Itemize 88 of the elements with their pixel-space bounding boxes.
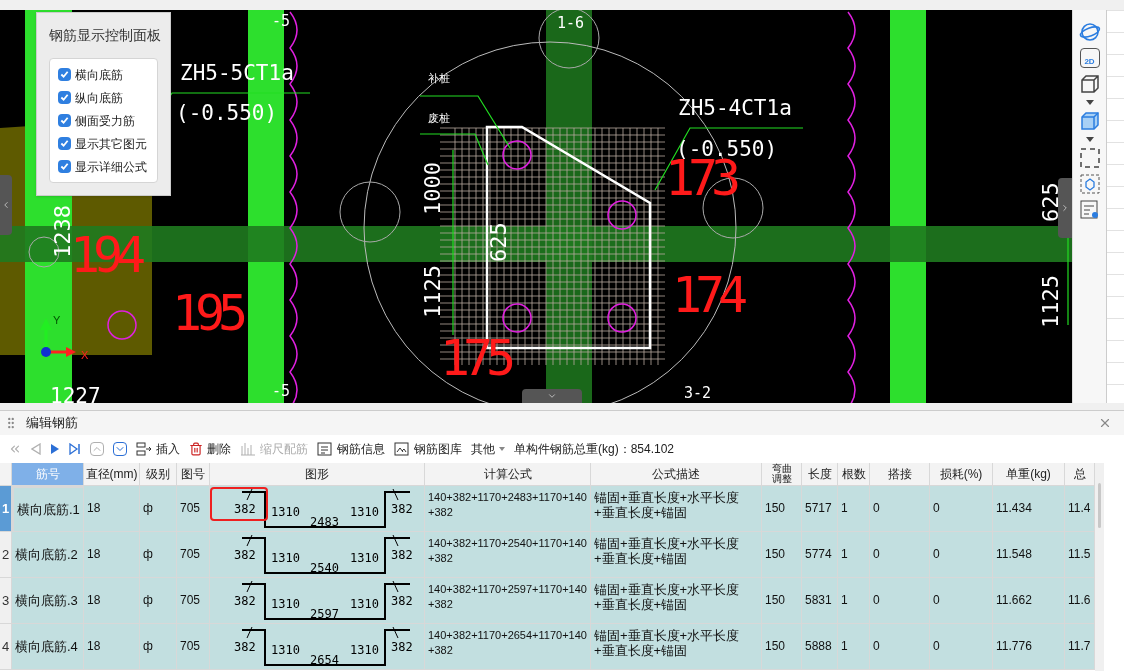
drawing-label: ZH5-4CT1a — [678, 96, 792, 120]
dashed-select-icon[interactable] — [1079, 148, 1100, 168]
table-row[interactable]: 4 横向底筋.4 18 ф 705 382 1310 2654 1310 382 140+382+1170+2654+1170+140+382 锚固+垂直长度+水平长度+垂直长度+锚固 150 5888 1 0 0 11.776 11.7 — [0, 624, 1095, 670]
toolbar-button[interactable]: 删除 — [189, 440, 231, 458]
trash-icon[interactable] — [189, 442, 203, 456]
rebar-name-cell: 横向底筋.4 — [12, 624, 84, 670]
count-cell: 1 — [838, 624, 870, 670]
caret-icon[interactable] — [1085, 100, 1094, 105]
chevron-right-icon — [1060, 203, 1070, 213]
drawing-label: 175 — [440, 329, 516, 387]
row-number: 1 — [0, 486, 12, 532]
pile-circle — [502, 303, 532, 333]
collapse-handle[interactable] — [0, 175, 12, 235]
cube-icon[interactable] — [1079, 111, 1100, 131]
caret-icon — [499, 447, 505, 451]
panel-title: 编辑钢筋 — [26, 414, 79, 433]
table-row[interactable]: 2 横向底筋.2 18 ф 705 382 1310 2540 1310 382 140+382+1170+2540+1170+140+382 锚固+垂直长度+水平长度+垂直长度+锚固 150 5774 1 0 0 11.548 11.5 — [0, 532, 1095, 578]
reference-circle — [339, 181, 401, 243]
drawing-label: 废桩 — [428, 112, 450, 125]
option-checkbox[interactable]: 侧面受力筋 — [58, 109, 149, 132]
move-down-icon[interactable] — [113, 442, 127, 456]
panel-title: 钢筋显示控制面板 — [49, 26, 158, 45]
view-2d-button[interactable]: 2D — [1079, 48, 1100, 68]
loss-cell: 0 — [930, 624, 993, 670]
chevron-left-icon — [1, 200, 11, 210]
unit-weight-cell: 11.776 — [993, 624, 1065, 670]
checkbox[interactable] — [58, 160, 71, 173]
option-checkbox[interactable]: 纵向底筋 — [58, 86, 149, 109]
drawing-label: 625 — [1038, 182, 1063, 222]
pile-circle — [107, 310, 137, 340]
option-checkbox[interactable]: 横向底筋 — [58, 63, 149, 86]
formula-cell: 140+382+1170+2654+1170+140+382 — [425, 624, 591, 670]
drawing-label: 195 — [172, 284, 248, 342]
diameter-cell: 18 — [84, 624, 140, 670]
scrollbar[interactable] — [1095, 463, 1104, 671]
orbit-icon[interactable] — [1078, 22, 1101, 42]
cube-box-icon[interactable] — [1079, 174, 1100, 194]
option-checkbox[interactable]: 显示其它图元 — [58, 132, 149, 155]
toolbar-button[interactable]: 钢筋信息 — [317, 440, 385, 458]
insert-icon[interactable] — [136, 442, 152, 456]
pile-circle — [607, 200, 637, 230]
next-icon[interactable] — [50, 443, 60, 455]
pile-circle — [502, 140, 532, 170]
checkbox[interactable] — [58, 91, 71, 104]
gallery-icon[interactable] — [394, 442, 410, 456]
rebar-shape-drawing: 382 1310 2597 1310 382 — [210, 578, 424, 623]
total-weight: 单构件钢筋总重(kg)：854.102 — [514, 441, 675, 458]
list-eye-icon[interactable] — [1079, 200, 1100, 220]
drawing-label: 1125 — [420, 265, 445, 318]
rebar-shape-drawing: 382 1310 2540 1310 382 — [210, 532, 424, 577]
drawing-label: 174 — [672, 266, 748, 324]
table-row[interactable]: 1 横向底筋.1 18 ф 705 382 1310 2483 1310 382 140+382+1170+2483+1170+140+382 锚固+垂直长度+水平长度+垂直长度+锚固 150 5717 1 0 0 11.434 11.4 — [0, 486, 1095, 532]
chevron-down-icon — [547, 391, 557, 401]
highlight-frame — [210, 487, 268, 521]
toolbar-button[interactable]: 插入 — [136, 440, 180, 458]
close-icon[interactable] — [1098, 416, 1112, 430]
pile-circle — [607, 303, 637, 333]
checkbox[interactable] — [58, 137, 71, 150]
drawing-label: 1000 — [420, 162, 445, 215]
caret-icon[interactable] — [1085, 137, 1094, 142]
grade-cell: ф — [140, 624, 177, 670]
row-number: 3 — [0, 578, 12, 624]
drawing-label: 3-2 — [684, 384, 712, 402]
info-list-icon[interactable] — [317, 442, 333, 456]
row-number: 4 — [0, 624, 12, 670]
rebar-shape-drawing: 382 1310 2483 1310 382 — [210, 486, 424, 531]
drawing-label: 1125 — [1038, 275, 1063, 328]
option-checkbox[interactable]: 显示详细公式 — [58, 155, 149, 178]
description-cell: 锚固+垂直长度+水平长度+垂直长度+锚固 — [591, 624, 762, 670]
drawing-label: 1-6 — [557, 14, 585, 32]
rebar-shape-drawing: 382 1310 2654 1310 382 — [210, 624, 424, 669]
collapse-handle[interactable] — [1058, 178, 1072, 238]
checkbox[interactable] — [58, 68, 71, 81]
lap-cell: 0 — [870, 624, 930, 670]
row-number: 2 — [0, 532, 12, 578]
toolbar-button[interactable]: 钢筋图库 — [394, 440, 462, 458]
axis-indicator: X Y — [40, 314, 89, 361]
bend-cell: 150 — [762, 624, 802, 670]
checkbox[interactable] — [58, 114, 71, 127]
last-record-icon[interactable] — [69, 443, 81, 455]
drawing-label: 625 — [486, 222, 511, 262]
length-cell: 5888 — [802, 624, 838, 670]
cube-icon[interactable] — [1079, 74, 1100, 94]
drawing-label: 补桩 — [428, 72, 450, 85]
other-menu-button[interactable]: 其他 — [471, 440, 505, 458]
table-row[interactable]: 3 横向底筋.3 18 ф 705 382 1310 2597 1310 382 140+382+1170+2597+1170+140+382 锚固+垂直长度+水平长度+垂直长度+锚固 150 5831 1 0 0 11.662 11.6 — [0, 578, 1095, 624]
expand-handle[interactable] — [522, 389, 582, 403]
figure-number-cell: 705 — [177, 624, 210, 670]
